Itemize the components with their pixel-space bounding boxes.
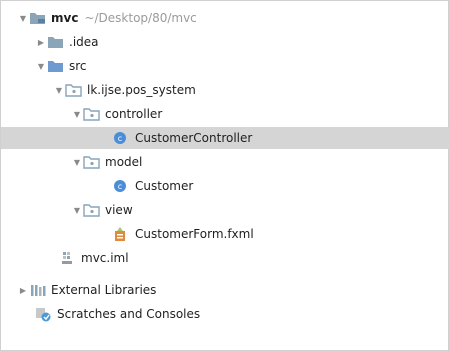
tree-item-label: controller — [105, 107, 163, 121]
tree-item-project[interactable]: ▼ mvc ~/Desktop/80/mvc — [1, 7, 449, 29]
tree-item-label: Customer — [135, 179, 194, 193]
tree-item-label: .idea — [69, 35, 99, 49]
chevron-down-icon[interactable]: ▼ — [71, 151, 83, 173]
tree-item-scratches[interactable]: Scratches and Consoles — [1, 303, 449, 325]
chevron-down-icon[interactable]: ▼ — [35, 55, 47, 77]
chevron-down-icon[interactable]: ▼ — [53, 79, 65, 101]
tree-item-label: model — [105, 155, 143, 169]
fxml-file-icon — [113, 226, 131, 242]
chevron-down-icon[interactable]: ▼ — [71, 199, 83, 221]
chevron-right-icon[interactable]: ▶ — [17, 279, 29, 301]
package-icon — [83, 154, 101, 170]
package-icon — [65, 82, 83, 98]
project-path: ~/Desktop/80/mvc — [84, 11, 197, 25]
project-folder-icon — [29, 10, 47, 26]
project-tree-panel: ▼ mvc ~/Desktop/80/mvc ▶ .idea ▼ src ▼ l… — [0, 0, 449, 351]
tree-item-label: view — [105, 203, 133, 217]
source-folder-icon — [47, 58, 65, 74]
package-icon — [83, 106, 101, 122]
tree-item-idea[interactable]: ▶ .idea — [1, 31, 449, 53]
svg-text:c: c — [118, 134, 122, 143]
java-class-icon: c — [113, 130, 131, 146]
chevron-down-icon[interactable]: ▼ — [71, 103, 83, 125]
tree-item-external-libraries[interactable]: ▶ External Libraries — [1, 279, 449, 301]
project-name: mvc — [51, 11, 79, 25]
tree-item-label: mvc.iml — [81, 251, 129, 265]
tree-item-src[interactable]: ▼ src — [1, 55, 449, 77]
svg-text:c: c — [118, 182, 122, 191]
tree-item-label: External Libraries — [51, 283, 157, 297]
tree-item-customer[interactable]: c Customer — [1, 175, 449, 197]
tree-item-label: src — [69, 59, 87, 73]
module-file-icon — [59, 250, 77, 266]
tree-item-label: Scratches and Consoles — [57, 307, 201, 321]
tree-item-iml[interactable]: mvc.iml — [1, 247, 449, 269]
tree-item-customer-controller[interactable]: c CustomerController — [1, 127, 449, 149]
tree-item-customer-form[interactable]: CustomerForm.fxml — [1, 223, 449, 245]
chevron-down-icon[interactable]: ▼ — [17, 7, 29, 29]
tree-item-view[interactable]: ▼ view — [1, 199, 449, 221]
tree-item-package[interactable]: ▼ lk.ijse.pos_system — [1, 79, 449, 101]
package-icon — [83, 202, 101, 218]
libraries-icon — [29, 282, 47, 298]
tree-item-model[interactable]: ▼ model — [1, 151, 449, 173]
folder-icon — [47, 34, 65, 50]
tree-item-controller[interactable]: ▼ controller — [1, 103, 449, 125]
java-class-icon: c — [113, 178, 131, 194]
scratches-icon — [35, 306, 53, 322]
tree-item-label: CustomerForm.fxml — [135, 227, 254, 241]
tree-item-label: CustomerController — [135, 131, 253, 145]
tree-item-label: lk.ijse.pos_system — [87, 83, 196, 97]
chevron-right-icon[interactable]: ▶ — [35, 31, 47, 53]
